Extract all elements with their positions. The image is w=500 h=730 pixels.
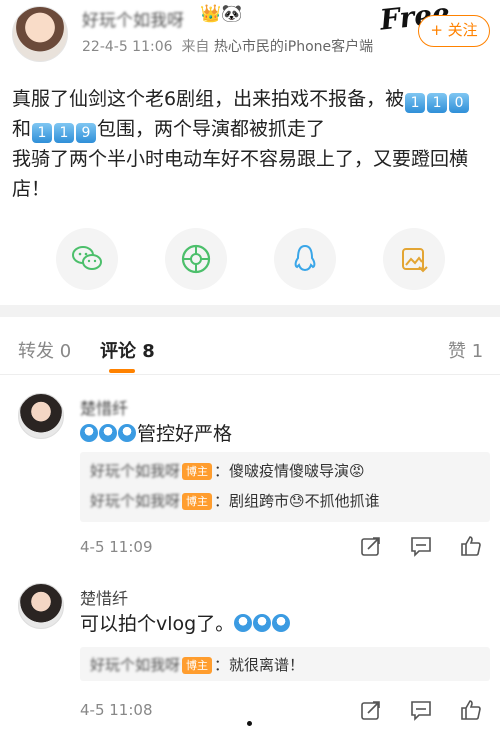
author-avatar[interactable] <box>12 6 68 62</box>
blogger-tag: 博主 <box>182 463 213 480</box>
share-comment-icon[interactable] <box>360 699 382 725</box>
post-line-2: 和 1 1 9 包围，两个导演都被抓走了 <box>12 118 326 143</box>
post-meta: 22-4-5 11:06 来自 热心市民的iPhone客户端 <box>82 36 373 56</box>
wechat-icon <box>72 246 102 270</box>
like-comment-icon[interactable] <box>460 535 482 561</box>
commenter-name[interactable]: 楚惜纤 <box>80 585 128 609</box>
reply-item: 好玩个如我呀 博主 ：傻啵疫情傻啵导演😡 <box>90 460 365 481</box>
tab-likes[interactable]: 赞 1 <box>448 337 483 363</box>
keycap-digit: 0 <box>449 93 470 113</box>
keycap-digit: 1 <box>427 93 448 113</box>
follow-button[interactable]: + 关注 <box>418 15 490 47</box>
blogger-tag: 博主 <box>182 493 213 510</box>
share-moments-button[interactable] <box>165 228 227 290</box>
reply-author[interactable]: 好玩个如我呀 <box>90 462 180 480</box>
blogger-tag: 博主 <box>182 657 213 674</box>
scroll-indicator-dot <box>247 721 252 726</box>
reply-author[interactable]: 好玩个如我呀 <box>90 492 180 510</box>
comment-text: 管控好严格 <box>80 419 232 446</box>
dog-emoji-icon <box>253 614 272 632</box>
keycap-digit: 1 <box>32 123 53 143</box>
source-prefix: 来自 <box>181 39 210 55</box>
author-name[interactable]: 好玩个如我呀 <box>82 6 184 31</box>
section-divider <box>0 305 500 317</box>
share-comment-icon[interactable] <box>360 535 382 561</box>
comment-text: 可以拍个vlog了。 <box>80 609 291 636</box>
post-line-3: 我骑了两个半小时电动车好不容易跟上了，又要蹬回横 <box>12 148 469 170</box>
moments-icon <box>181 244 211 274</box>
post-header: 好玩个如我呀 👑🐼 22-4-5 11:06 来自 热心市民的iPhone客户端… <box>0 0 500 70</box>
share-wechat-button[interactable] <box>56 228 118 290</box>
commenter-avatar[interactable] <box>18 393 64 439</box>
reply-text: ：剧组跨市😓不抓他抓谁 <box>214 492 380 510</box>
post-time: 22-4-5 11:06 <box>82 39 173 55</box>
post-source[interactable]: 热心市民的iPhone客户端 <box>214 39 373 55</box>
author-badges: 👑🐼 <box>200 4 243 24</box>
post-line-1: 真服了仙剑这个老6剧组，出来拍戏不报备，被 1 1 0 <box>12 84 490 114</box>
reply-comment-icon[interactable] <box>410 535 432 561</box>
dog-emoji-icon <box>272 614 291 632</box>
reply-item: 好玩个如我呀 博主 ：就很离谱！ <box>90 654 304 675</box>
interaction-tabs: 转发 0 评论 8 赞 1 <box>0 317 500 375</box>
keycap-digit: 9 <box>76 123 97 143</box>
keycap-digit: 1 <box>405 93 426 113</box>
comment-time: 4-5 11:08 <box>80 701 153 719</box>
tab-reposts[interactable]: 转发 0 <box>18 337 71 363</box>
reply-item: 好玩个如我呀 博主 ：剧组跨市😓不抓他抓谁 <box>90 490 380 511</box>
dog-emoji-icon <box>80 424 98 442</box>
dog-emoji-icon <box>99 424 117 442</box>
like-comment-icon[interactable] <box>460 699 482 725</box>
share-row <box>0 228 500 290</box>
reply-author[interactable]: 好玩个如我呀 <box>90 656 180 674</box>
active-tab-indicator <box>109 369 135 373</box>
reply-box[interactable]: 好玩个如我呀 博主 ：就很离谱！ <box>80 647 490 681</box>
commenter-avatar[interactable] <box>18 583 64 629</box>
keycap-digit: 1 <box>54 123 75 143</box>
post-line-4: 店！ <box>12 178 51 200</box>
reply-text: ：就很离谱！ <box>214 656 305 674</box>
save-image-button[interactable] <box>383 228 445 290</box>
commenter-name[interactable]: 楚惜纤 <box>80 395 128 419</box>
share-qq-button[interactable] <box>274 228 336 290</box>
reply-comment-icon[interactable] <box>410 699 432 725</box>
reply-box[interactable]: 好玩个如我呀 博主 ：傻啵疫情傻啵导演😡 好玩个如我呀 博主 ：剧组跨市😓不抓他抓谁 <box>80 452 490 522</box>
tab-comments[interactable]: 评论 8 <box>100 337 155 363</box>
qq-icon <box>294 244 316 272</box>
dog-emoji-icon <box>118 424 136 442</box>
comment-time: 4-5 11:09 <box>80 538 153 556</box>
reply-text: ：傻啵疫情傻啵导演😡 <box>214 462 365 480</box>
dog-emoji-icon <box>234 614 253 632</box>
save-image-icon <box>402 248 428 273</box>
post-body: 真服了仙剑这个老6剧组，出来拍戏不报备，被 1 1 0 和 1 1 9 包围，两个导演都被抓走… <box>12 84 490 204</box>
